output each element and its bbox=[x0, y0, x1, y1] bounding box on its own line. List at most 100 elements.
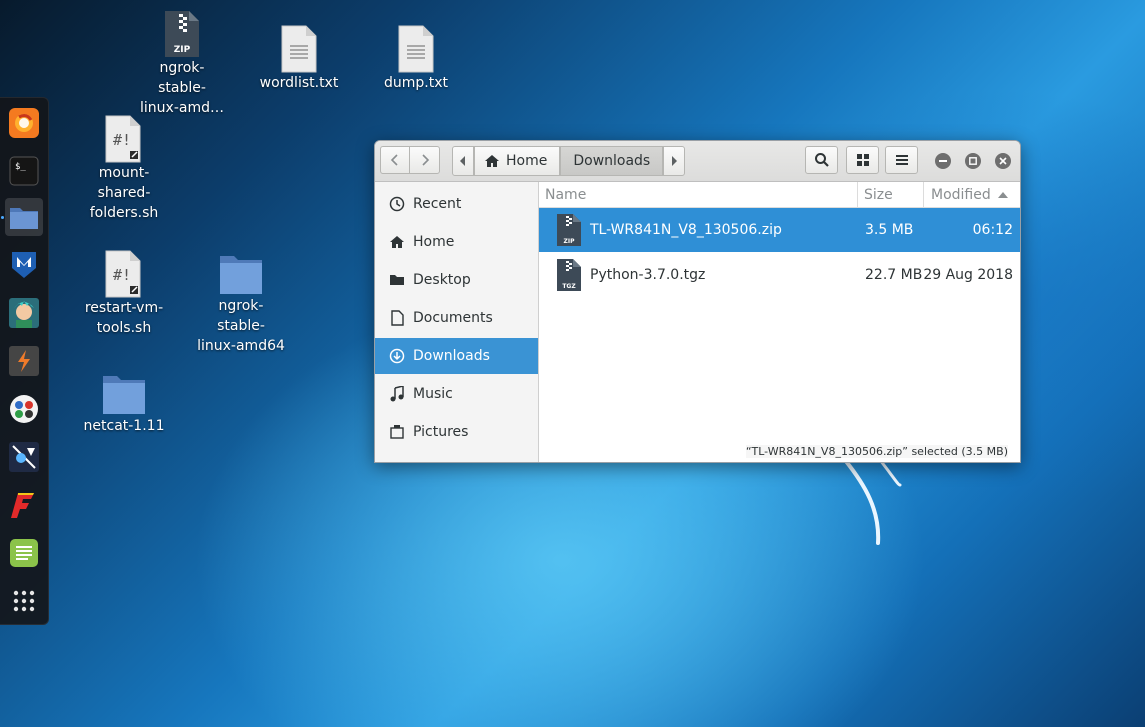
zip-archive-icon: ZIP bbox=[165, 11, 199, 57]
desktop-icon-dump[interactable]: dump.txt bbox=[361, 25, 471, 93]
desktop-icon-netcat[interactable]: netcat-1.11 bbox=[69, 372, 179, 436]
maximize-icon bbox=[969, 157, 977, 165]
file-name: TL-WR841N_V8_130506.zip bbox=[590, 222, 782, 238]
faraday-icon[interactable] bbox=[5, 486, 43, 524]
column-header-modified[interactable]: Modified bbox=[931, 182, 1008, 207]
shell-script-icon: #! bbox=[105, 115, 141, 163]
sidebar-item-label: Desktop bbox=[413, 272, 471, 288]
folder-icon bbox=[220, 256, 262, 294]
path-scroll-left-button[interactable] bbox=[452, 146, 474, 176]
hamburger-icon bbox=[895, 155, 908, 165]
sidebar-item-music[interactable]: Music bbox=[375, 376, 538, 412]
document-icon bbox=[387, 310, 407, 326]
sidebar-item-label: Home bbox=[413, 234, 455, 250]
column-separator bbox=[923, 182, 924, 207]
home-icon bbox=[387, 235, 407, 249]
file-size: 3.5 MB bbox=[865, 222, 914, 238]
path-scroll-right-button[interactable] bbox=[663, 146, 686, 176]
sidebar-item-home[interactable]: Home bbox=[375, 224, 538, 260]
desktop-icon-wordlist[interactable]: wordlist.txt bbox=[244, 25, 354, 93]
files-icon[interactable] bbox=[5, 198, 43, 236]
folder-icon bbox=[103, 376, 145, 414]
desktop-icon-ngrok-folder[interactable]: ngrok- stable- linux-amd64 bbox=[186, 252, 296, 356]
svg-text:$_: $_ bbox=[15, 162, 26, 172]
column-label: Modified bbox=[931, 186, 991, 203]
burpsuite-icon[interactable] bbox=[5, 342, 43, 380]
firefox-icon[interactable] bbox=[5, 104, 43, 142]
breadcrumb-label: Home bbox=[506, 153, 548, 169]
grid-icon bbox=[856, 154, 869, 166]
desktop-icon bbox=[387, 274, 407, 286]
breadcrumb-downloads[interactable]: Downloads bbox=[560, 146, 664, 176]
desktop-icon-label: restart-vm- tools.sh bbox=[84, 300, 164, 336]
beef-icon[interactable] bbox=[5, 438, 43, 476]
close-button[interactable] bbox=[995, 153, 1011, 169]
close-icon bbox=[999, 157, 1007, 165]
file-type-badge: TGZ bbox=[562, 283, 576, 290]
sidebar-item-label: Documents bbox=[413, 310, 493, 326]
svg-text:#!: #! bbox=[113, 266, 131, 284]
shell-script-icon: #! bbox=[105, 250, 141, 298]
places-sidebar: Recent Home Desktop Documents Downloads … bbox=[375, 182, 539, 462]
maltego-icon[interactable] bbox=[5, 390, 43, 428]
column-header-name[interactable]: Name bbox=[545, 182, 586, 207]
file-list: Name Size Modified ZIP TL-WR841N_V8_1305… bbox=[539, 182, 1020, 462]
triangle-left-icon bbox=[460, 156, 465, 166]
terminal-icon[interactable]: $_ bbox=[5, 152, 43, 190]
desktop-icon-label: dump.txt bbox=[384, 75, 448, 91]
home-icon bbox=[485, 155, 499, 167]
minimize-button[interactable] bbox=[935, 153, 951, 169]
file-row[interactable]: ZIP TL-WR841N_V8_130506.zip 3.5 MB 06:12 bbox=[539, 208, 1020, 252]
path-bar: Home Downloads bbox=[452, 146, 686, 176]
text-file-icon bbox=[281, 25, 317, 73]
back-button[interactable] bbox=[380, 146, 410, 174]
text-editor-icon[interactable] bbox=[5, 534, 43, 572]
sidebar-item-downloads[interactable]: Downloads bbox=[375, 338, 538, 374]
dock: $_ bbox=[0, 97, 49, 625]
column-separator bbox=[857, 182, 858, 207]
desktop-icon-label: ngrok- stable- linux-amd64 bbox=[197, 298, 285, 354]
metasploit-icon[interactable] bbox=[5, 246, 43, 284]
sidebar-item-desktop[interactable]: Desktop bbox=[375, 262, 538, 298]
desktop-icon-ngrok-zip[interactable]: ZIP ngrok- stable- linux-amd… bbox=[127, 10, 237, 118]
wallpaper-swoosh bbox=[843, 458, 902, 545]
sort-ascending-icon bbox=[997, 191, 1008, 198]
sidebar-item-documents[interactable]: Documents bbox=[375, 300, 538, 336]
zip-archive-icon: ZIP bbox=[555, 208, 583, 252]
sidebar-item-label: Downloads bbox=[413, 348, 490, 364]
search-icon bbox=[814, 153, 829, 167]
breadcrumb-home[interactable]: Home bbox=[474, 146, 561, 176]
desktop-icon-restart-vm-tools[interactable]: #! restart-vm- tools.sh bbox=[69, 250, 179, 338]
menu-button[interactable] bbox=[885, 146, 918, 174]
search-button[interactable] bbox=[805, 146, 838, 174]
file-name: Python-3.7.0.tgz bbox=[590, 267, 706, 283]
header-bar: Home Downloads bbox=[375, 141, 1020, 182]
column-header-size[interactable]: Size bbox=[864, 182, 893, 207]
sidebar-item-label: Recent bbox=[413, 196, 462, 212]
maximize-button[interactable] bbox=[965, 153, 981, 169]
desktop-icon-mount-shared-folders[interactable]: #! mount- shared- folders.sh bbox=[69, 115, 179, 223]
selection-status: “TL-WR841N_V8_130506.zip” selected (3.5 … bbox=[745, 445, 1008, 458]
desktop-icon-label: ngrok- stable- linux-amd… bbox=[140, 60, 224, 116]
column-label: Name bbox=[545, 186, 587, 203]
desktop-icon-label: netcat-1.11 bbox=[83, 418, 165, 434]
chevron-right-icon bbox=[421, 154, 429, 166]
desktop-icon-label: mount- shared- folders.sh bbox=[89, 165, 159, 221]
file-manager-window: Home Downloads Recent Home Desktop Docum… bbox=[374, 140, 1021, 463]
sidebar-item-recent[interactable]: Recent bbox=[375, 186, 538, 222]
sidebar-item-label: Pictures bbox=[413, 424, 469, 440]
active-indicator bbox=[1, 216, 4, 219]
desktop-icon-label: wordlist.txt bbox=[259, 75, 339, 91]
file-row[interactable]: TGZ Python-3.7.0.tgz 22.7 MB 29 Aug 2018 bbox=[539, 253, 1020, 297]
sidebar-item-pictures[interactable]: Pictures bbox=[375, 414, 538, 450]
column-label: Size bbox=[864, 186, 893, 203]
svg-text:ZIP: ZIP bbox=[174, 45, 191, 55]
show-apps-icon[interactable] bbox=[5, 582, 43, 620]
view-toggle-button[interactable] bbox=[846, 146, 879, 174]
file-type-badge: ZIP bbox=[564, 238, 576, 245]
chevron-left-icon bbox=[390, 154, 398, 166]
sidebar-item-label: Music bbox=[413, 386, 453, 402]
column-headers: Name Size Modified bbox=[539, 182, 1020, 208]
forward-button[interactable] bbox=[409, 146, 440, 174]
armitage-icon[interactable] bbox=[5, 294, 43, 332]
